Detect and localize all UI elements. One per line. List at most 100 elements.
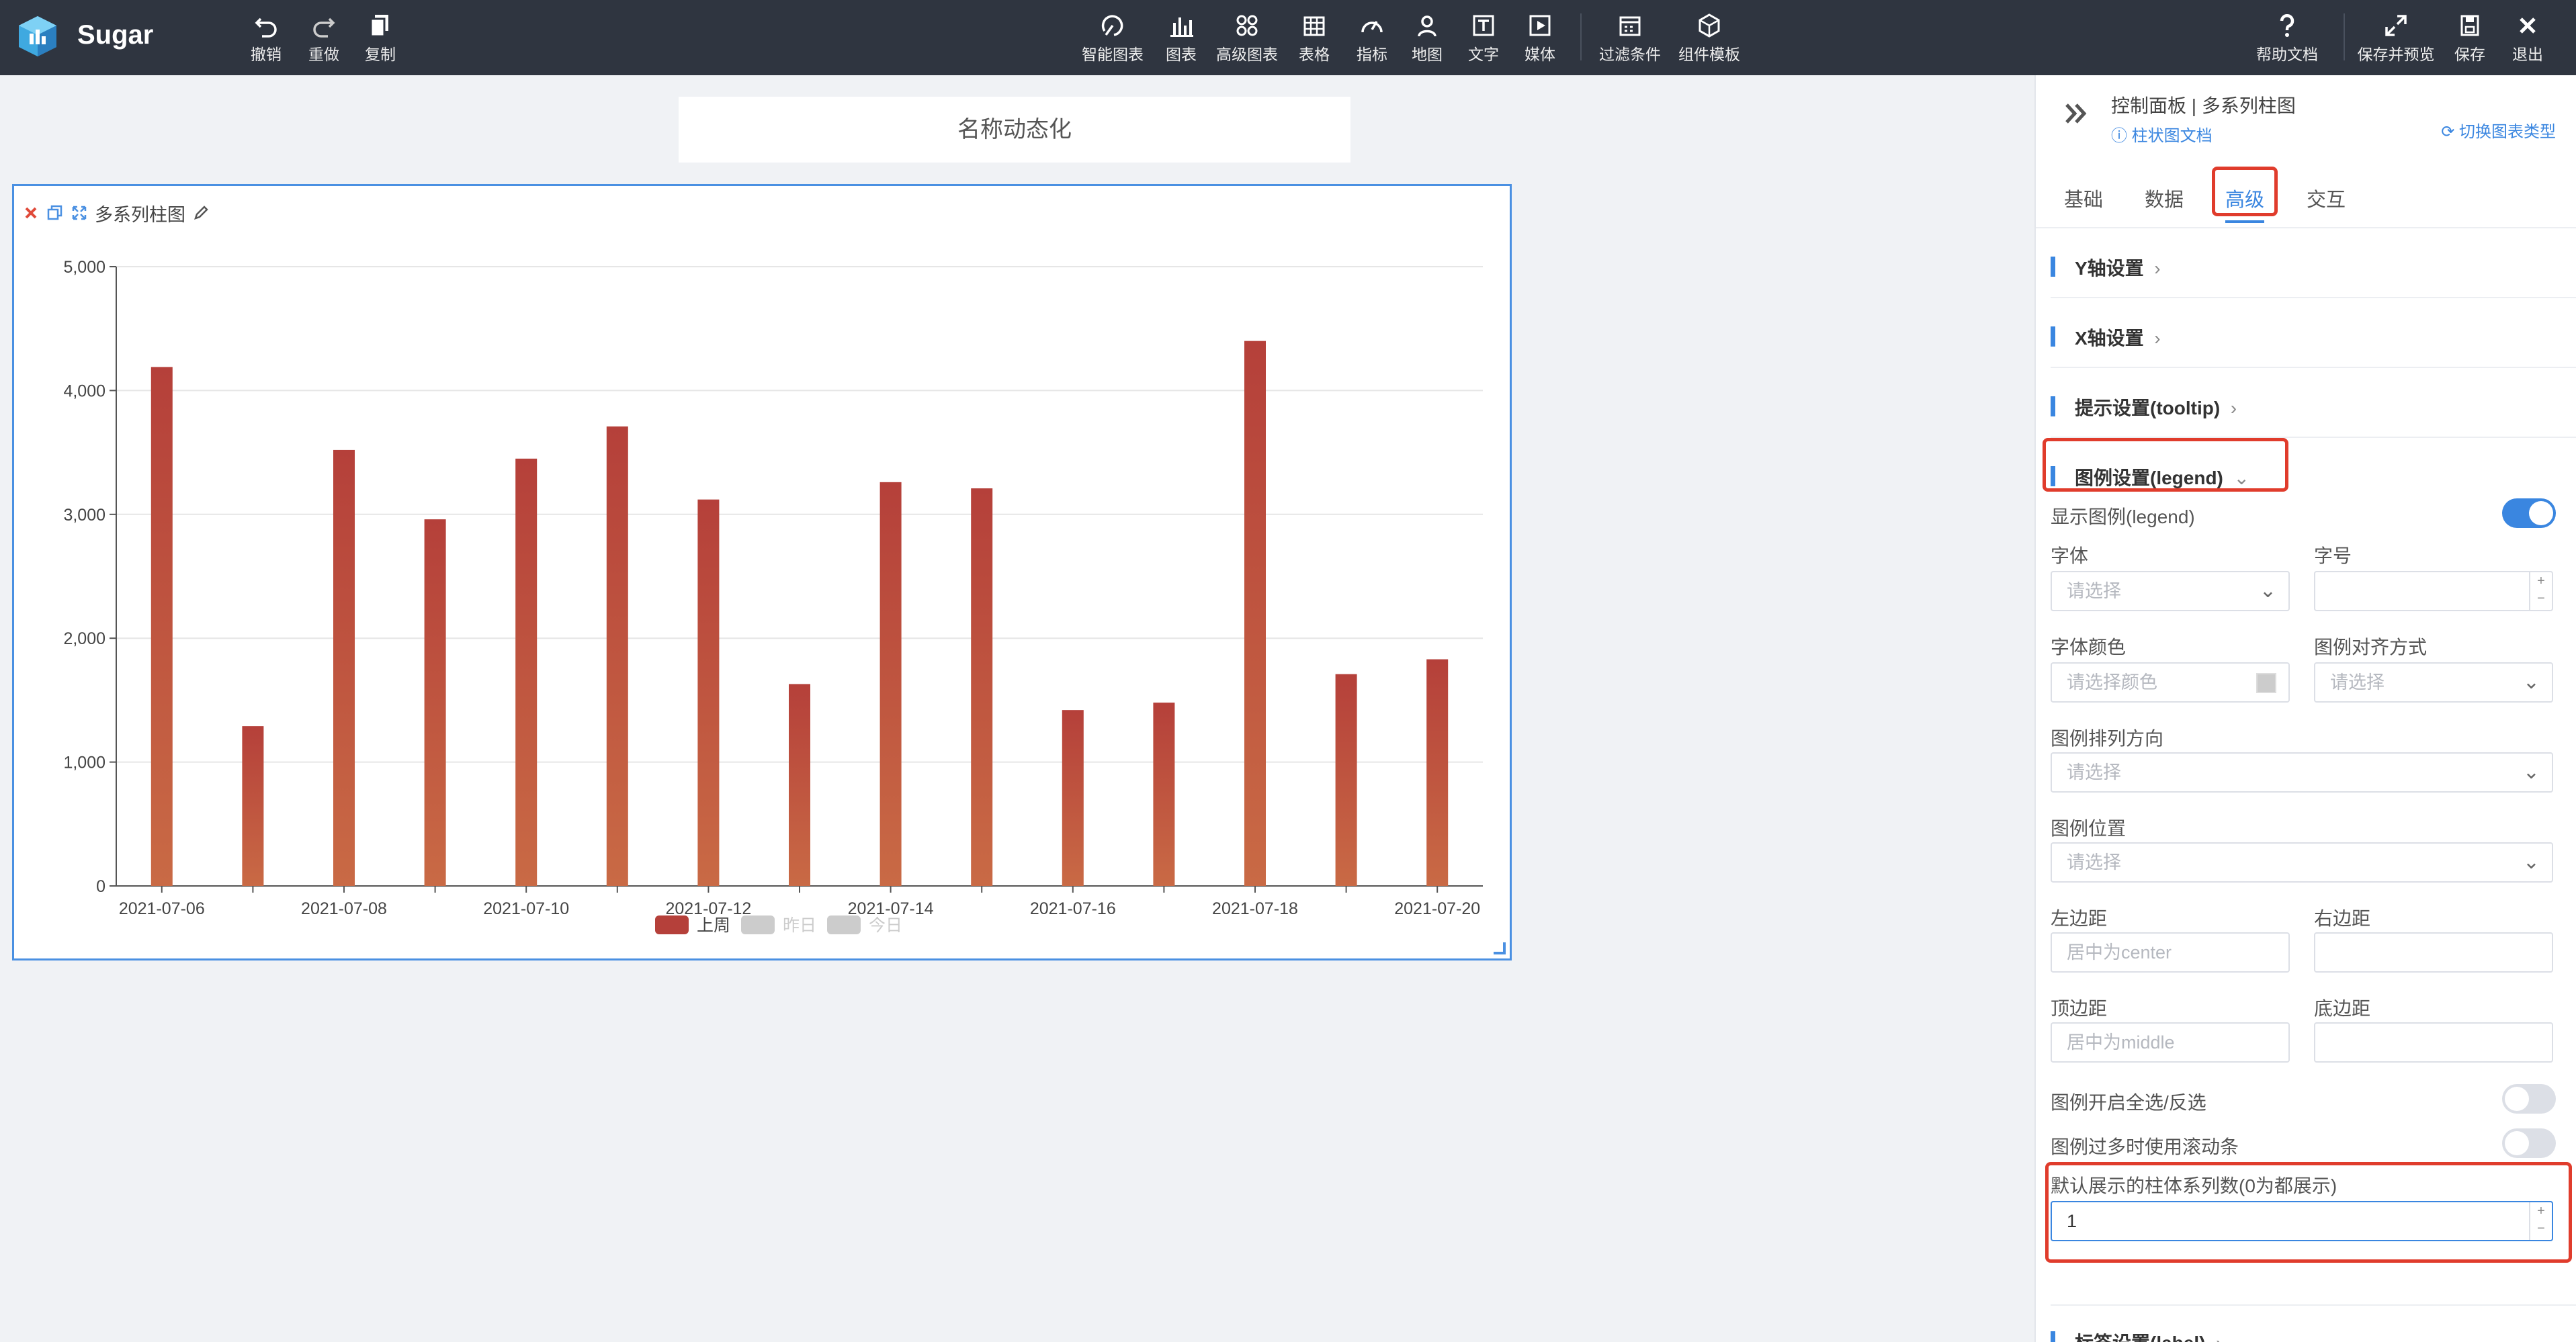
font-select[interactable]: 请选择 ⌄ xyxy=(2051,571,2290,611)
section-x-axis-title: X轴设置 › xyxy=(2075,328,2161,349)
map-pin-icon xyxy=(1418,15,1436,37)
chevron-down-icon: ⌄ xyxy=(2522,671,2540,693)
sugar-logo-icon xyxy=(19,16,56,56)
text-button[interactable]: 文字 xyxy=(1453,12,1514,66)
smart-chart-icon xyxy=(1101,15,1123,36)
title-text-card[interactable]: 名称动态化 xyxy=(679,97,1350,163)
chart-bar xyxy=(1244,341,1266,886)
map-label: 地图 xyxy=(1412,46,1443,63)
font-size-input[interactable]: + − xyxy=(2314,571,2553,611)
section-tooltip[interactable]: 提示设置(tooltip) › xyxy=(2051,371,2576,438)
bottom-margin-input[interactable] xyxy=(2314,1022,2553,1063)
section-label[interactable]: 标签设置(label) › xyxy=(2051,1304,2576,1342)
text-label: 文字 xyxy=(1468,46,1499,63)
section-label-title: 标签设置(label) › xyxy=(2075,1329,2222,1342)
right-margin-input[interactable] xyxy=(2314,932,2553,973)
save-preview-label: 保存并预览 xyxy=(2357,46,2435,63)
legend-position-select[interactable]: 请选择 ⌄ xyxy=(2051,842,2553,883)
copy-icon[interactable] xyxy=(46,204,64,222)
media-label: 媒体 xyxy=(1525,46,1555,63)
show-legend-toggle[interactable] xyxy=(2502,498,2556,528)
chevron-right-icon: › xyxy=(2230,398,2237,418)
tab-basic[interactable]: 基础 xyxy=(2064,184,2103,212)
component-template-label: 组件模板 xyxy=(1678,46,1740,63)
collapse-panel-button[interactable] xyxy=(2063,99,2096,133)
font-label: 字体 xyxy=(2051,545,2089,566)
advanced-chart-button[interactable]: 高级图表 xyxy=(1200,12,1294,66)
save-button[interactable]: 保存 xyxy=(2439,12,2501,66)
legend-swatch xyxy=(827,915,861,934)
chart-bar xyxy=(333,449,355,886)
save-preview-button[interactable]: 保存并预览 xyxy=(2349,12,2443,66)
font-color-picker[interactable]: 请选择颜色 xyxy=(2051,662,2290,703)
x-tick-label: 2021-07-10 xyxy=(483,899,569,918)
left-margin-input[interactable]: 居中为center xyxy=(2051,932,2290,973)
y-tick-label: 5,000 xyxy=(63,258,105,277)
edit-pencil-icon[interactable] xyxy=(192,204,210,222)
show-legend-label: 显示图例(legend) xyxy=(2051,506,2195,527)
legend-orient-select[interactable]: 请选择 ⌄ xyxy=(2051,752,2553,793)
metric-button[interactable]: 指标 xyxy=(1341,12,1403,66)
switch-chart-type-link[interactable]: ⟳ 切换图表类型 xyxy=(2441,118,2556,142)
chart-bar xyxy=(1426,659,1449,886)
tab-data[interactable]: 数据 xyxy=(2145,184,2184,212)
section-legend-title: 图例设置(legend) ⌄ xyxy=(2075,467,2249,488)
section-marker xyxy=(2051,326,2055,347)
chevron-down-icon: ⌄ xyxy=(2233,467,2249,488)
top-margin-input[interactable]: 居中为middle xyxy=(2051,1022,2290,1063)
section-legend[interactable]: 图例设置(legend) ⌄ xyxy=(2051,441,2576,508)
copy-button[interactable]: 复制 xyxy=(349,12,411,66)
chart-bar xyxy=(151,367,173,886)
default-series-count-input[interactable]: 1 + − xyxy=(2051,1201,2553,1241)
tab-advanced[interactable]: 高级 xyxy=(2225,184,2265,223)
scroll-toggle[interactable] xyxy=(2502,1128,2556,1158)
exit-button[interactable]: 退出 xyxy=(2497,12,2559,66)
redo-button[interactable]: 重做 xyxy=(293,12,355,66)
chart-bar xyxy=(789,684,810,886)
chart-bar xyxy=(242,726,264,886)
undo-icon xyxy=(255,17,277,38)
section-y-axis[interactable]: Y轴设置 › xyxy=(2051,231,2576,298)
y-tick-label: 0 xyxy=(96,877,105,896)
x-tick-label: 2021-07-20 xyxy=(1394,899,1480,918)
resize-handle[interactable] xyxy=(1494,942,1506,954)
x-tick-label: 2021-07-18 xyxy=(1212,899,1298,918)
chevron-down-icon: ⌄ xyxy=(2522,851,2540,873)
smart-chart-button[interactable]: 智能图表 xyxy=(1066,12,1160,66)
help-circle-icon: ⓘ xyxy=(2111,127,2132,145)
bar-chart-icon xyxy=(1170,17,1193,37)
toolbar-divider xyxy=(1580,13,1582,60)
switch-chart-type-label: 切换图表类型 xyxy=(2459,123,2556,141)
undo-button[interactable]: 撤销 xyxy=(235,12,297,66)
close-icon xyxy=(2520,17,2536,34)
chart-doc-link[interactable]: ⓘ 柱状图文档 xyxy=(2111,122,2213,146)
top-margin-label: 顶边距 xyxy=(2051,998,2108,1019)
save-icon xyxy=(2460,15,2479,36)
toggle-knob xyxy=(2529,501,2553,525)
component-template-button[interactable]: 组件模板 xyxy=(1662,12,1756,66)
font-size-stepper[interactable]: + − xyxy=(2529,572,2552,610)
section-marker xyxy=(2051,466,2055,486)
chart-card[interactable]: 0 1,000 2,000 3,000 4,000 5,000 2021-07-06 202… xyxy=(12,184,1512,960)
legend-align-select[interactable]: 请选择 ⌄ xyxy=(2314,662,2553,703)
section-tooltip-title: 提示设置(tooltip) › xyxy=(2075,398,2237,418)
map-button[interactable]: 地图 xyxy=(1396,12,1458,66)
scroll-label: 图例过多时使用滚动条 xyxy=(2051,1136,2239,1157)
undo-label: 撤销 xyxy=(251,46,282,63)
font-color-label: 字体颜色 xyxy=(2051,637,2127,658)
gauge-icon xyxy=(1361,21,1383,33)
default-series-count-label: 默认展示的柱体系列数(0为都展示) xyxy=(2051,1175,2337,1196)
chevron-down-icon: ⌄ xyxy=(2259,580,2276,602)
help-button[interactable]: 帮助文档 xyxy=(2240,12,2334,66)
close-icon[interactable] xyxy=(22,204,40,222)
section-marker xyxy=(2051,396,2055,416)
media-button[interactable]: 媒体 xyxy=(1509,12,1571,66)
chart-doc-label: 柱状图文档 xyxy=(2131,127,2213,145)
advanced-chart-label: 高级图表 xyxy=(1216,46,1278,63)
fullscreen-icon[interactable] xyxy=(71,204,88,222)
default-series-count-stepper[interactable]: + − xyxy=(2529,1202,2552,1240)
section-x-axis[interactable]: X轴设置 › xyxy=(2051,301,2576,368)
table-button[interactable]: 表格 xyxy=(1283,12,1345,66)
select-all-toggle[interactable] xyxy=(2502,1084,2556,1114)
tab-interaction[interactable]: 交互 xyxy=(2307,184,2346,212)
